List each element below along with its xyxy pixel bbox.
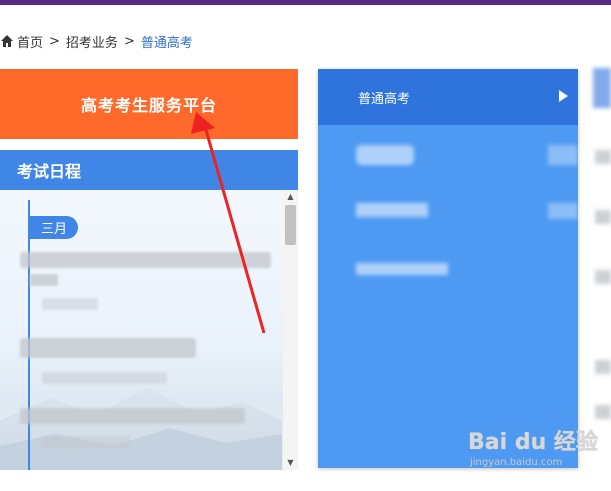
obscured-edge-content bbox=[595, 150, 611, 164]
breadcrumb-home[interactable]: 首页 bbox=[17, 32, 43, 51]
scroll-up-arrow-icon[interactable]: ▲ bbox=[283, 190, 298, 204]
breadcrumb-current[interactable]: 普通高考 bbox=[141, 32, 193, 51]
obscured-menu-item[interactable] bbox=[356, 145, 414, 165]
category-menu-panel: 普通高考 bbox=[318, 69, 578, 468]
timeline-line bbox=[28, 200, 30, 470]
breadcrumb-recruitment[interactable]: 招考业务 bbox=[66, 32, 118, 51]
month-tag: 三月 bbox=[30, 216, 78, 239]
obscured-menu-item[interactable] bbox=[356, 263, 448, 275]
breadcrumb-separator: > bbox=[49, 33, 60, 49]
obscured-event-title[interactable] bbox=[20, 338, 196, 358]
obscured-menu-side bbox=[548, 145, 578, 165]
home-icon[interactable] bbox=[0, 34, 14, 48]
schedule-header: 考试日程 bbox=[0, 150, 298, 190]
obscured-event-detail bbox=[42, 298, 98, 310]
menu-item-regular-gaokao[interactable]: 普通高考 bbox=[318, 69, 578, 125]
menu-item-label: 普通高考 bbox=[358, 91, 411, 107]
watermark-logo: Bai du 经验 bbox=[468, 430, 598, 455]
baidu-jingyan-watermark: Bai du 经验 jingyan.baidu.com bbox=[468, 424, 598, 480]
breadcrumb: 首页 > 招考业务 > 普通高考 bbox=[0, 31, 193, 51]
obscured-edge-content bbox=[595, 405, 611, 419]
obscured-event-date bbox=[30, 274, 58, 286]
watermark-url: jingyan.baidu.com bbox=[470, 457, 563, 468]
arrow-right-icon bbox=[559, 90, 568, 102]
obscured-edge-content bbox=[595, 360, 611, 374]
obscured-edge-content bbox=[593, 68, 611, 108]
obscured-menu-side bbox=[548, 203, 578, 219]
scrollbar-thumb[interactable] bbox=[285, 205, 296, 245]
schedule-title: 考试日程 bbox=[17, 162, 82, 181]
obscured-edge-content bbox=[595, 210, 611, 224]
scroll-down-arrow-icon[interactable]: ▼ bbox=[283, 456, 298, 470]
exam-service-platform-button[interactable]: 高考考生服务平台 bbox=[0, 69, 298, 139]
top-accent-bar bbox=[0, 0, 611, 5]
obscured-event-detail bbox=[42, 372, 167, 384]
schedule-panel: 三月 ▲ ▼ bbox=[0, 190, 298, 470]
obscured-event-title[interactable] bbox=[20, 408, 245, 424]
breadcrumb-separator: > bbox=[123, 33, 135, 49]
schedule-scrollbar[interactable]: ▲ ▼ bbox=[283, 190, 298, 470]
obscured-event-title[interactable] bbox=[20, 252, 271, 268]
platform-button-label: 高考考生服务平台 bbox=[80, 96, 217, 115]
month-label: 三月 bbox=[40, 222, 67, 237]
cropped-right-edge bbox=[585, 60, 611, 480]
obscured-menu-item[interactable] bbox=[356, 203, 428, 217]
obscured-event-detail bbox=[42, 436, 130, 448]
obscured-edge-content bbox=[595, 270, 611, 284]
